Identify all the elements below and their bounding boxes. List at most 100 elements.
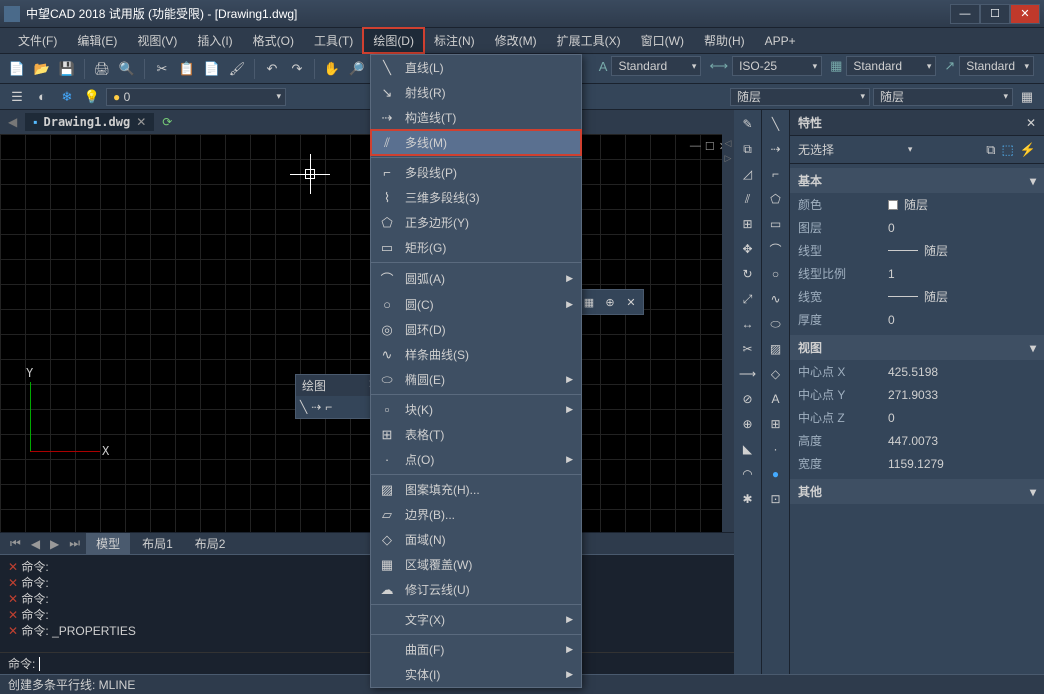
pick-icon[interactable]: ⬚ xyxy=(1002,142,1014,158)
menu-1[interactable]: 编辑(E) xyxy=(67,28,127,53)
menu-item[interactable]: ⌒圆弧(A)▶ xyxy=(371,265,581,292)
properties-close-icon[interactable]: ✕ xyxy=(1026,116,1036,130)
open-icon[interactable]: 📂 xyxy=(31,58,53,80)
layout-tab[interactable]: 布局1 xyxy=(132,533,183,554)
menu-2[interactable]: 视图(V) xyxy=(127,28,187,53)
mt6-icon[interactable]: ▦ xyxy=(580,293,598,311)
mt-close-icon[interactable]: ✕ xyxy=(622,293,640,311)
drawing-canvas[interactable]: Y X —☐✕ 绘图✕ ╲ ⇢ ⌐ ⊞ ◫ ⊡ ∷ ⊠ ▦ ⊕ ✕ xyxy=(0,134,734,532)
menu-9[interactable]: 扩展工具(X) xyxy=(547,28,631,53)
move-icon[interactable]: ✥ xyxy=(738,239,758,259)
prop-row[interactable]: 宽度1159.1279 xyxy=(790,452,1044,475)
stretch-icon[interactable]: ↔ xyxy=(738,314,758,334)
dim-style-combo[interactable]: ISO-25 xyxy=(732,56,822,76)
rotate-icon[interactable]: ↻ xyxy=(738,264,758,284)
prop-row[interactable]: 中心点 Y271.9033 xyxy=(790,383,1044,406)
menu-8[interactable]: 修改(M) xyxy=(485,28,547,53)
vhatch-icon[interactable]: ▨ xyxy=(766,339,786,359)
text-style-combo[interactable]: Standard xyxy=(611,56,701,76)
quick-select-icon[interactable]: ⧉ xyxy=(986,142,995,158)
command-line[interactable]: 命令: xyxy=(0,652,734,674)
menu-item[interactable]: ⊞表格(T) xyxy=(371,422,581,447)
vxline-icon[interactable]: ⇢ xyxy=(766,139,786,159)
erase-icon[interactable]: ✎ xyxy=(738,114,758,134)
menu-item[interactable]: ⫽多线(M) xyxy=(371,130,581,155)
menu-0[interactable]: 文件(F) xyxy=(8,28,67,53)
save-icon[interactable]: 💾 xyxy=(56,58,78,80)
vgradient-icon[interactable]: ● xyxy=(766,464,786,484)
mirror-icon[interactable]: ◿ xyxy=(738,164,758,184)
layer-combo[interactable]: ● 0 xyxy=(106,88,286,106)
menu-item[interactable]: 曲面(F)▶ xyxy=(371,637,581,662)
mt7-icon[interactable]: ⊕ xyxy=(601,293,619,311)
array-icon[interactable]: ⊞ xyxy=(738,214,758,234)
menu-item[interactable]: ∿样条曲线(S) xyxy=(371,342,581,367)
pline-tool-icon[interactable]: ⌐ xyxy=(325,400,332,414)
flash-icon[interactable]: ⚡ xyxy=(1020,142,1036,158)
menu-item[interactable]: ⌐多段线(P) xyxy=(371,160,581,185)
menu-item[interactable]: ▭矩形(G) xyxy=(371,235,581,260)
redo-icon[interactable]: ↷ xyxy=(286,58,308,80)
explode-icon[interactable]: ✱ xyxy=(738,489,758,509)
vcircle-icon[interactable]: ○ xyxy=(766,264,786,284)
maximize-button[interactable]: ☐ xyxy=(980,4,1010,24)
prop-row[interactable]: 颜色随层 xyxy=(790,193,1044,216)
menu-item[interactable]: ○圆(C)▶ xyxy=(371,292,581,317)
break-icon[interactable]: ⊘ xyxy=(738,389,758,409)
menu-4[interactable]: 格式(O) xyxy=(243,28,304,53)
tab-nav-left[interactable]: ◀ xyxy=(8,115,17,129)
menu-item[interactable]: ↘射线(R) xyxy=(371,80,581,105)
layout-tab[interactable]: 模型 xyxy=(86,533,130,554)
menu-item[interactable]: 文字(X)▶ xyxy=(371,607,581,632)
menu-item[interactable]: ◎圆环(D) xyxy=(371,317,581,342)
layer-manager-icon[interactable]: ☰ xyxy=(6,86,28,108)
menu-5[interactable]: 工具(T) xyxy=(304,28,363,53)
prop-row[interactable]: 高度447.0073 xyxy=(790,429,1044,452)
print-icon[interactable]: 🖨 xyxy=(91,58,113,80)
prop-row[interactable]: 中心点 X425.5198 xyxy=(790,360,1044,383)
tab-refresh-icon[interactable]: ⟳ xyxy=(162,115,172,129)
layout-nav-first[interactable]: ⏮ xyxy=(6,536,25,551)
menu-item[interactable]: ▨图案填充(H)... xyxy=(371,477,581,502)
layout-nav-next[interactable]: ▶ xyxy=(46,537,63,551)
extend-icon[interactable]: ⟶ xyxy=(738,364,758,384)
layer-freeze-icon[interactable]: ❄ xyxy=(56,86,78,108)
prop-row[interactable]: 图层0 xyxy=(790,216,1044,239)
vpline-icon[interactable]: ⌐ xyxy=(766,164,786,184)
layer-lock-icon[interactable]: 💡 xyxy=(81,86,103,108)
vline-icon[interactable]: ╲ xyxy=(766,114,786,134)
preview-icon[interactable]: 🔍 xyxy=(116,58,138,80)
prop-row[interactable]: 厚度0 xyxy=(790,308,1044,331)
trim-icon[interactable]: ✂ xyxy=(738,339,758,359)
menu-12[interactable]: APP+ xyxy=(755,30,806,52)
menu-item[interactable]: ☁修订云线(U) xyxy=(371,577,581,602)
chamfer-icon[interactable]: ◣ xyxy=(738,439,758,459)
vtext-icon[interactable]: A xyxy=(766,389,786,409)
pan-icon[interactable]: ✋ xyxy=(321,58,343,80)
menu-item[interactable]: ⬠正多边形(Y) xyxy=(371,210,581,235)
layout-nav-prev[interactable]: ◀ xyxy=(27,537,44,551)
menu-6[interactable]: 绘图(D) xyxy=(363,28,424,53)
fillet-icon[interactable]: ◠ xyxy=(738,464,758,484)
properties-selection[interactable]: 无选择 xyxy=(798,141,834,158)
vpoly-icon[interactable]: ⬠ xyxy=(766,189,786,209)
prop-section[interactable]: 视图▾ xyxy=(790,335,1044,360)
menu-item[interactable]: ▫块(K)▶ xyxy=(371,397,581,422)
menu-item[interactable]: ▱边界(B)... xyxy=(371,502,581,527)
right-grip[interactable]: ◁▷ xyxy=(722,134,734,532)
menu-item[interactable]: ⌇三维多段线(3) xyxy=(371,185,581,210)
layer-state-icon[interactable]: ◐ xyxy=(31,86,53,108)
color-combo[interactable]: 随层 xyxy=(730,88,870,106)
menu-10[interactable]: 窗口(W) xyxy=(631,28,694,53)
copy-icon[interactable]: 📋 xyxy=(176,58,198,80)
menu-item[interactable]: ·点(O)▶ xyxy=(371,447,581,472)
vextra-icon[interactable]: ⊡ xyxy=(766,489,786,509)
linetype-combo[interactable]: 随层 xyxy=(873,88,1013,106)
layout-tab[interactable]: 布局2 xyxy=(185,533,236,554)
xline-tool-icon[interactable]: ⇢ xyxy=(311,400,321,414)
menu-11[interactable]: 帮助(H) xyxy=(694,28,755,53)
vellipse-icon[interactable]: ⬭ xyxy=(766,314,786,334)
cut-icon[interactable]: ✂ xyxy=(151,58,173,80)
menu-item[interactable]: 实体(I)▶ xyxy=(371,662,581,687)
menu-item[interactable]: ▦区域覆盖(W) xyxy=(371,552,581,577)
